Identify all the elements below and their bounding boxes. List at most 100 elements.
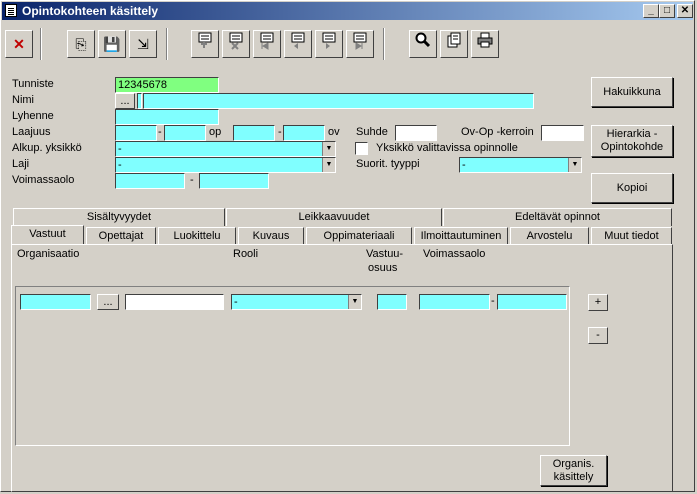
tab-edeltavat-opinnot[interactable]: Edeltävät opinnot [443,208,672,226]
vastuu-voimassaolo-start-input[interactable] [419,294,490,310]
laajuus-ov-min-input[interactable] [233,125,275,141]
tab-oppimateriaali[interactable]: Oppimateriaali [306,227,412,245]
tab-luokittelu[interactable]: Luokittelu [158,227,236,245]
new-record-button[interactable] [191,30,219,58]
tab-sisaltyvyydet[interactable]: Sisältyvyydet [13,208,225,226]
lyhenne-input[interactable] [115,109,219,125]
last-record-button[interactable] [346,30,374,58]
column-organisaatio: Organisaatio [17,248,80,260]
suhde-input[interactable] [395,125,437,141]
organisaatio-name-input[interactable] [125,294,224,310]
laajuus-dash: - [278,126,282,138]
copy-button[interactable]: ⎘ [67,30,95,58]
laji-label: Laji [12,158,30,170]
toolbar-separator [40,28,42,60]
nimi-input[interactable] [143,93,534,109]
organis-kasittely-button[interactable]: Organis. käsittely [540,455,607,486]
rooli-select[interactable]: - ▼ [231,294,362,310]
printer-icon [477,32,493,48]
organis-line2: käsittely [553,470,594,483]
hierarkia-line1: Hierarkia - [606,128,658,140]
yksikko-valittavissa-label: Yksikkö valittavissa opinnolle [376,142,518,154]
nimi-lookup-button[interactable]: ... [115,93,135,109]
maximize-button[interactable]: □ [659,4,675,18]
voimassaolo-start-input[interactable] [115,173,185,189]
chevron-down-icon[interactable]: ▼ [322,142,335,156]
suorit-tyyppi-label: Suorit. tyyppi [356,158,420,170]
alkup-yksikko-select[interactable]: - ▼ [115,141,336,157]
first-record-button[interactable] [253,30,281,58]
toolbar-separator [166,28,168,60]
yksikko-valittavissa-checkbox[interactable] [355,142,368,155]
laajuus-op-max-input[interactable] [164,125,206,141]
nimi-code-input[interactable] [137,93,142,109]
column-voimassaolo: Voimassaolo [423,248,486,260]
print-button[interactable] [471,30,499,58]
title-bar: Opintokohteen käsittely _ □ ✕ [2,2,693,20]
laajuus-ov-max-input[interactable] [283,125,325,141]
previous-record-button[interactable] [284,30,312,58]
alkup-yksikko-label: Alkup. yksikkö [12,142,82,154]
laajuus-op-unit: op [209,126,222,138]
tab-arvostelu[interactable]: Arvostelu [510,227,589,245]
date-dash: - [491,295,495,307]
suorit-tyyppi-select[interactable]: - ▼ [459,157,582,173]
notes-icon [447,32,461,48]
app-document-icon [5,4,17,17]
vastuuosuus-input[interactable] [377,294,407,310]
delete-record-icon [229,32,243,50]
search-button[interactable] [409,30,437,58]
previous-record-icon [291,32,305,49]
chevron-down-icon[interactable]: ▼ [568,158,581,172]
organisaatio-code-input[interactable] [20,294,91,310]
tab-ilmoittautuminen[interactable]: Ilmoittautuminen [414,227,508,245]
organisaatio-lookup-button[interactable]: ... [97,294,119,310]
remove-row-button[interactable]: - [588,327,608,344]
tab-opettajat[interactable]: Opettajat [86,227,156,245]
delete-button[interactable]: ✕ [5,30,33,58]
vastuu-voimassaolo-end-input[interactable] [497,294,567,310]
minimize-button[interactable]: _ [643,4,659,18]
tunniste-label: Tunniste [12,78,54,90]
toolbar-separator [383,28,385,60]
kopioi-button[interactable]: Kopioi [591,173,673,203]
ovop-kerroin-input[interactable] [541,125,584,141]
tab-muut-tiedot[interactable]: Muut tiedot [591,227,672,245]
voimassaolo-dash: - [190,174,194,186]
laji-value: - [118,159,122,171]
laajuus-dash: - [158,126,162,138]
save-button[interactable]: 💾 [98,30,126,58]
ovop-kerroin-label: Ov-Op -kerroin [461,126,534,138]
voimassaolo-label: Voimassaolo [12,174,75,186]
column-vastuuosuus-line2: osuus [368,262,398,274]
organis-line1: Organis. [552,457,595,470]
hierarkia-opintokohde-button[interactable]: Hierarkia - Opintokohde [591,125,673,157]
last-record-icon [353,32,367,50]
tunniste-input[interactable]: 12345678 [115,77,219,93]
first-record-icon [260,32,274,50]
tab-vastuut[interactable]: Vastuut [11,225,84,245]
vastuut-grid [15,286,570,446]
rooli-value: - [234,296,238,308]
nimi-label: Nimi [12,94,34,106]
close-button[interactable]: ✕ [677,4,693,18]
chevron-down-icon[interactable]: ▼ [348,295,361,309]
laajuus-ov-unit: ov [328,126,340,138]
next-record-icon [322,32,336,49]
tab-kuvaus[interactable]: Kuvaus [238,227,304,245]
delete-record-button[interactable] [222,30,250,58]
voimassaolo-end-input[interactable] [199,173,269,189]
hierarkia-line2: Opintokohde [600,141,664,153]
chevron-down-icon[interactable]: ▼ [322,158,335,172]
notes-button[interactable] [440,30,468,58]
hakuikkuna-button[interactable]: Hakuikkuna [591,77,673,107]
tab-leikkaavuudet[interactable]: Leikkaavuudet [226,208,442,226]
laajuus-op-min-input[interactable] [115,125,157,141]
laji-select[interactable]: - ▼ [115,157,336,173]
next-record-button[interactable] [315,30,343,58]
suhde-label: Suhde [356,126,388,138]
exit-button[interactable]: ⇲ [129,30,157,58]
add-row-button[interactable]: + [588,294,608,311]
column-rooli: Rooli [233,248,259,260]
suorit-tyyppi-value: - [462,159,466,171]
